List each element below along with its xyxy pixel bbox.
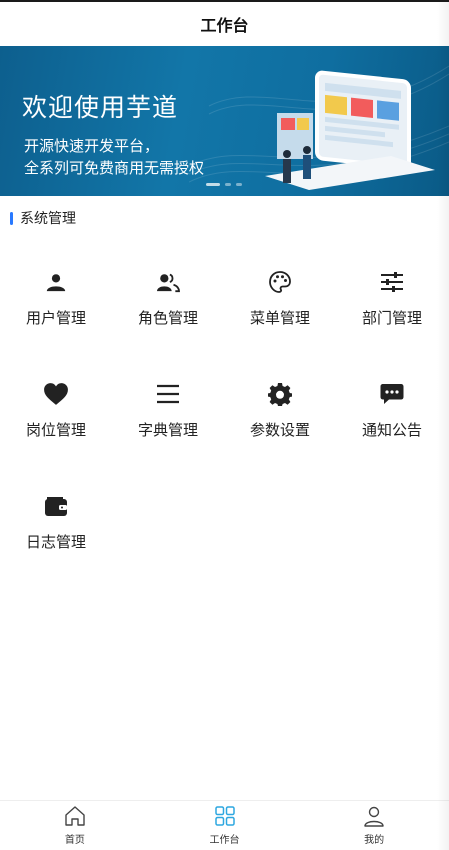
carousel-dot-3[interactable] — [236, 183, 242, 186]
menu-item-label: 通知公告 — [361, 420, 422, 439]
page-title: 工作台 — [200, 16, 249, 35]
carousel-indicator[interactable] — [206, 183, 242, 186]
person-icon — [364, 806, 384, 827]
menu-item-label: 菜单管理 — [249, 308, 310, 327]
menu-item-notice[interactable]: 通知公告 — [336, 352, 448, 464]
tab-workbench[interactable]: 工作台 — [150, 801, 300, 850]
banner-subtitle: 开源快速开发平台， 全系列可免费商用无需授权 — [24, 135, 204, 179]
grid-icon — [214, 806, 235, 826]
menu-item-label: 部门管理 — [361, 308, 422, 327]
menu-item-dept[interactable]: 部门管理 — [336, 240, 448, 352]
menu-item-config[interactable]: 参数设置 — [224, 352, 336, 464]
tab-home[interactable]: 首页 — [0, 801, 150, 850]
wallet-icon — [43, 493, 69, 519]
tab-label: 我的 — [364, 835, 385, 846]
workbench-page: 工作台 欢迎使用芋道 开源快速开发平台， 全系列可免费商用无需授权 系统管理 用… — [0, 0, 449, 850]
menu-item-label: 日志管理 — [25, 532, 86, 551]
menu-item-menu[interactable]: 菜单管理 — [224, 240, 336, 352]
navbar: 工作台 — [0, 2, 449, 46]
heart-icon — [43, 381, 69, 407]
carousel-dot-2[interactable] — [225, 183, 231, 186]
tab-label: 首页 — [64, 835, 85, 846]
menu-item-user[interactable]: 用户管理 — [0, 240, 112, 352]
banner-headline: 欢迎使用芋道 — [22, 93, 179, 122]
settings-sliders-icon — [379, 269, 405, 295]
menu-item-label: 参数设置 — [249, 420, 310, 439]
list-icon — [155, 381, 181, 407]
menu-grid: 用户管理 角色管理 菜单管理 部门管理 岗位管理 字典管理 参数设置 通知公告 … — [0, 240, 449, 576]
tab-mine[interactable]: 我的 — [299, 801, 449, 850]
menu-item-label: 岗位管理 — [25, 420, 86, 439]
carousel-dot-1[interactable] — [206, 183, 220, 186]
menu-item-label: 字典管理 — [137, 420, 198, 439]
section-title: 系统管理 — [20, 211, 76, 227]
home-icon — [65, 806, 85, 826]
menu-item-post[interactable]: 岗位管理 — [0, 352, 112, 464]
tab-label: 工作台 — [209, 835, 240, 846]
section-accent-bar — [10, 211, 13, 225]
banner-carousel[interactable]: 欢迎使用芋道 开源快速开发平台， 全系列可免费商用无需授权 — [0, 46, 449, 196]
menu-item-label: 用户管理 — [25, 308, 86, 327]
banner-subtitle-line-2: 全系列可免费商用无需授权 — [24, 159, 205, 177]
menu-item-dict[interactable]: 字典管理 — [112, 352, 224, 464]
users-icon — [155, 269, 181, 295]
banner-subtitle-line-1: 开源快速开发平台， — [24, 137, 160, 155]
menu-item-log[interactable]: 日志管理 — [0, 464, 112, 576]
gear-icon — [267, 381, 293, 407]
menu-item-role[interactable]: 角色管理 — [112, 240, 224, 352]
laptop-illustration — [265, 70, 435, 190]
user-icon — [43, 269, 69, 295]
section-header: 系统管理 — [0, 196, 449, 240]
menu-item-label: 角色管理 — [137, 308, 198, 327]
chat-icon — [379, 381, 405, 407]
bottom-tabbar: 首页 工作台 我的 — [0, 800, 449, 850]
palette-icon — [267, 269, 293, 295]
